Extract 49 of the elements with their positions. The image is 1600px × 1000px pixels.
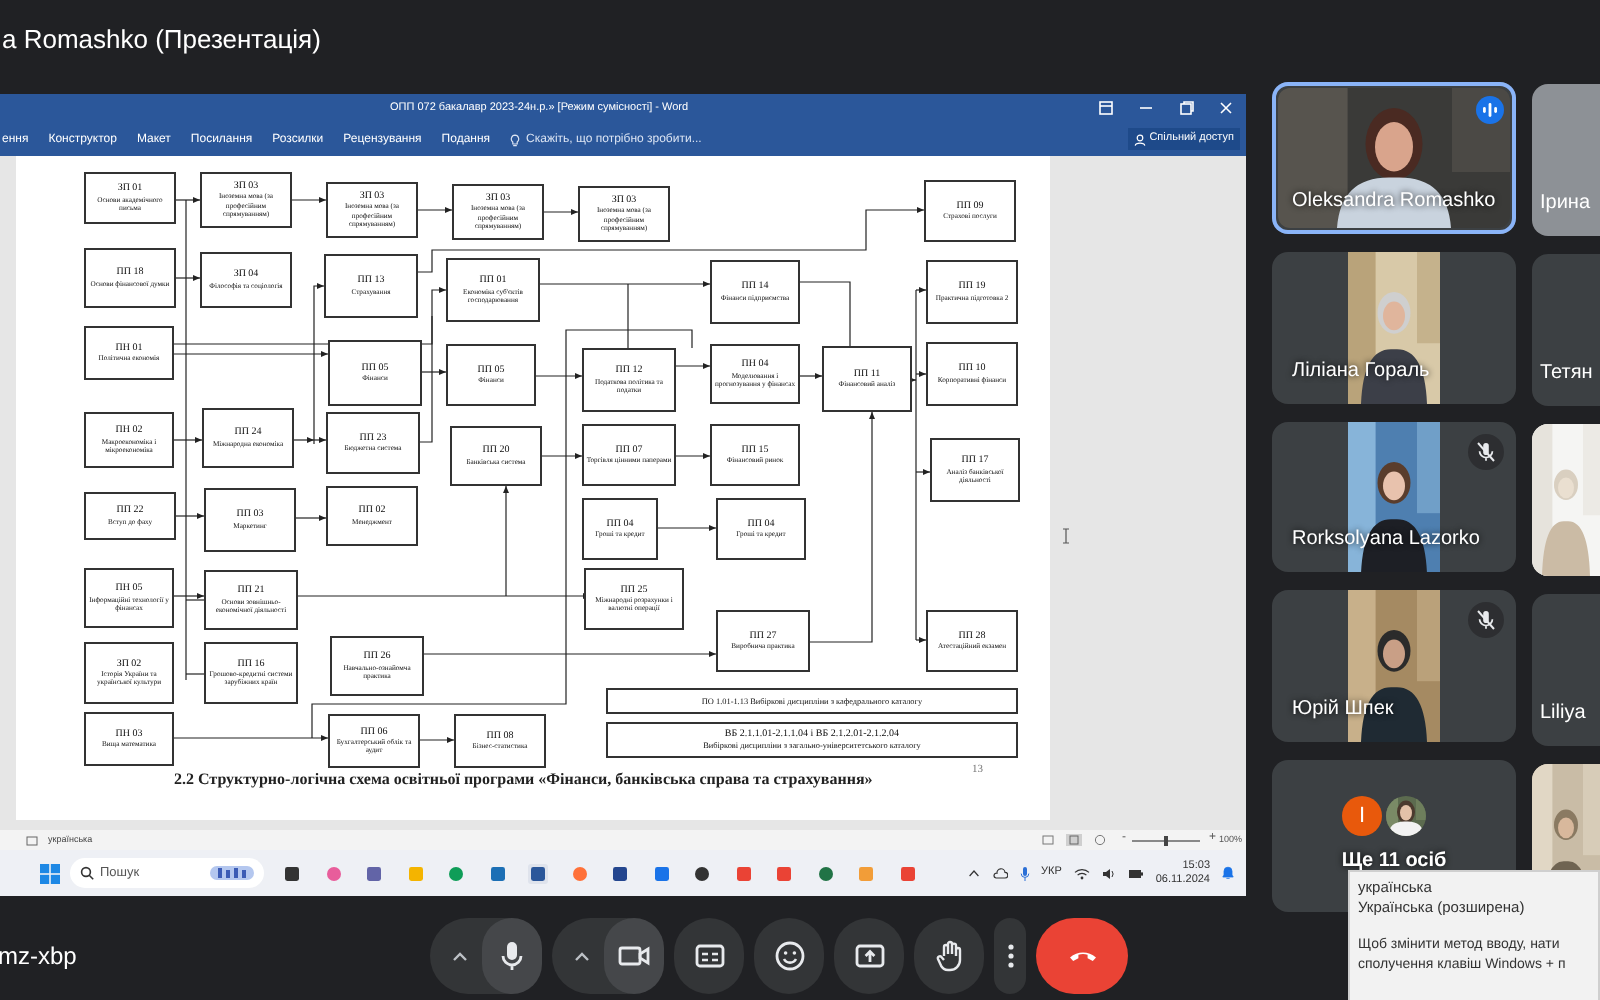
- search-highlight-icon: [210, 864, 254, 882]
- camera-button[interactable]: [604, 918, 664, 994]
- leave-call-button[interactable]: [1036, 918, 1128, 994]
- smiley-icon: [771, 938, 807, 974]
- lightbulb-icon: [510, 133, 521, 147]
- person-icon: [1133, 133, 1146, 145]
- read-mode-icon[interactable]: [1042, 834, 1054, 846]
- participant-name: Liliya: [1540, 700, 1586, 728]
- microphone-button[interactable]: [482, 918, 542, 994]
- raised-hand-icon: [931, 938, 967, 974]
- caret-icon: [452, 950, 468, 962]
- cloud-icon[interactable]: [991, 867, 1007, 879]
- app-icon[interactable]: [610, 863, 630, 883]
- bell-icon[interactable]: [1222, 866, 1234, 880]
- restore-icon[interactable]: [1178, 100, 1194, 116]
- app-icon[interactable]: [528, 863, 548, 883]
- figure-caption: 2.2 Структурно-логічна схема освітньої програми «Фінанси, банківська справа та страхування»: [174, 768, 873, 792]
- more-options-button[interactable]: [994, 918, 1026, 994]
- caret-icon: [574, 950, 590, 962]
- meeting-title: a Romashko (Презентація): [0, 22, 321, 59]
- participant-name: Тетян: [1540, 360, 1593, 388]
- reactions-button[interactable]: [754, 918, 824, 994]
- connector-arrow: [291, 197, 327, 203]
- search-icon: [80, 866, 94, 880]
- app-icon[interactable]: [282, 863, 302, 883]
- wifi-icon[interactable]: [1073, 867, 1090, 879]
- web-layout-icon[interactable]: [1094, 834, 1106, 846]
- captions-button[interactable]: [674, 918, 744, 994]
- app-icon[interactable]: [364, 863, 384, 883]
- text-cursor-icon: [1062, 528, 1070, 544]
- more-options-icon: [1007, 944, 1013, 968]
- avatar: І: [1342, 796, 1382, 837]
- battery-icon[interactable]: [1127, 867, 1144, 879]
- close-icon[interactable]: [1218, 100, 1234, 116]
- app-icon[interactable]: [692, 863, 712, 883]
- more-participants-label[interactable]: Ще 11 осіб: [1272, 845, 1516, 876]
- participant-name: Ірина: [1540, 190, 1591, 218]
- app-icon[interactable]: [815, 863, 835, 883]
- windows-icon[interactable]: [40, 863, 60, 883]
- ribbon-display-icon[interactable]: [1098, 100, 1114, 116]
- raise-hand-button[interactable]: [914, 918, 984, 994]
- proofing-icon: [26, 835, 38, 845]
- microphone-icon[interactable]: [1019, 865, 1029, 881]
- connector-arrow: [799, 373, 823, 379]
- meeting-code: mz-xbp: [0, 942, 77, 970]
- hang-up-icon: [1069, 950, 1095, 962]
- speaker-icon[interactable]: [1101, 867, 1116, 879]
- chevron-up-icon[interactable]: [967, 868, 979, 878]
- present-button[interactable]: [834, 918, 904, 994]
